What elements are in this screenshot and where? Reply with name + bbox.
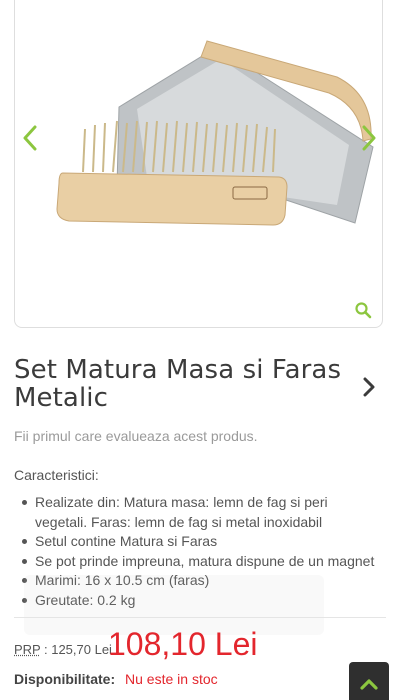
product-gallery[interactable]: [14, 0, 383, 328]
scroll-to-top-button[interactable]: [349, 662, 389, 700]
list-item: Greutate: 0.2 kg: [20, 591, 382, 611]
product-price: 108,10 Lei: [108, 626, 258, 662]
next-product-icon[interactable]: [362, 376, 376, 398]
gallery-next-icon[interactable]: [358, 121, 380, 155]
price-row: PRP : 125,70 Lei 108,10 Lei: [14, 624, 344, 664]
divider: [14, 617, 386, 618]
availability-label: Disponibilitate:: [14, 671, 116, 687]
product-image[interactable]: [37, 37, 377, 237]
zoom-icon[interactable]: [354, 301, 372, 319]
product-title-row: Set Matura Masa si Faras Metalic: [14, 356, 386, 412]
list-item: Realizate din: Matura masa: lemn de fag …: [20, 493, 382, 532]
product-title: Set Matura Masa si Faras Metalic: [14, 355, 342, 413]
specs-list: Realizate din: Matura masa: lemn de fag …: [20, 493, 382, 610]
rating-prompt-link[interactable]: Fii primul care evalueaza acest produs.: [14, 428, 258, 444]
list-item: Setul contine Matura si Faras: [20, 532, 382, 552]
prp-value: : 125,70 Lei: [44, 642, 112, 657]
prp-label: PRP: [14, 642, 41, 657]
gallery-prev-icon[interactable]: [19, 121, 41, 155]
list-item: Se pot prinde impreuna, matura dispune d…: [20, 552, 382, 572]
specs-heading: Caracteristici:: [14, 467, 99, 483]
list-item: Marimi: 16 x 10.5 cm (faras): [20, 571, 382, 591]
availability-status: Nu este in stoc: [125, 671, 218, 687]
availability: Disponibilitate: Nu este in stoc: [14, 671, 218, 687]
chevron-up-icon: [360, 679, 378, 690]
